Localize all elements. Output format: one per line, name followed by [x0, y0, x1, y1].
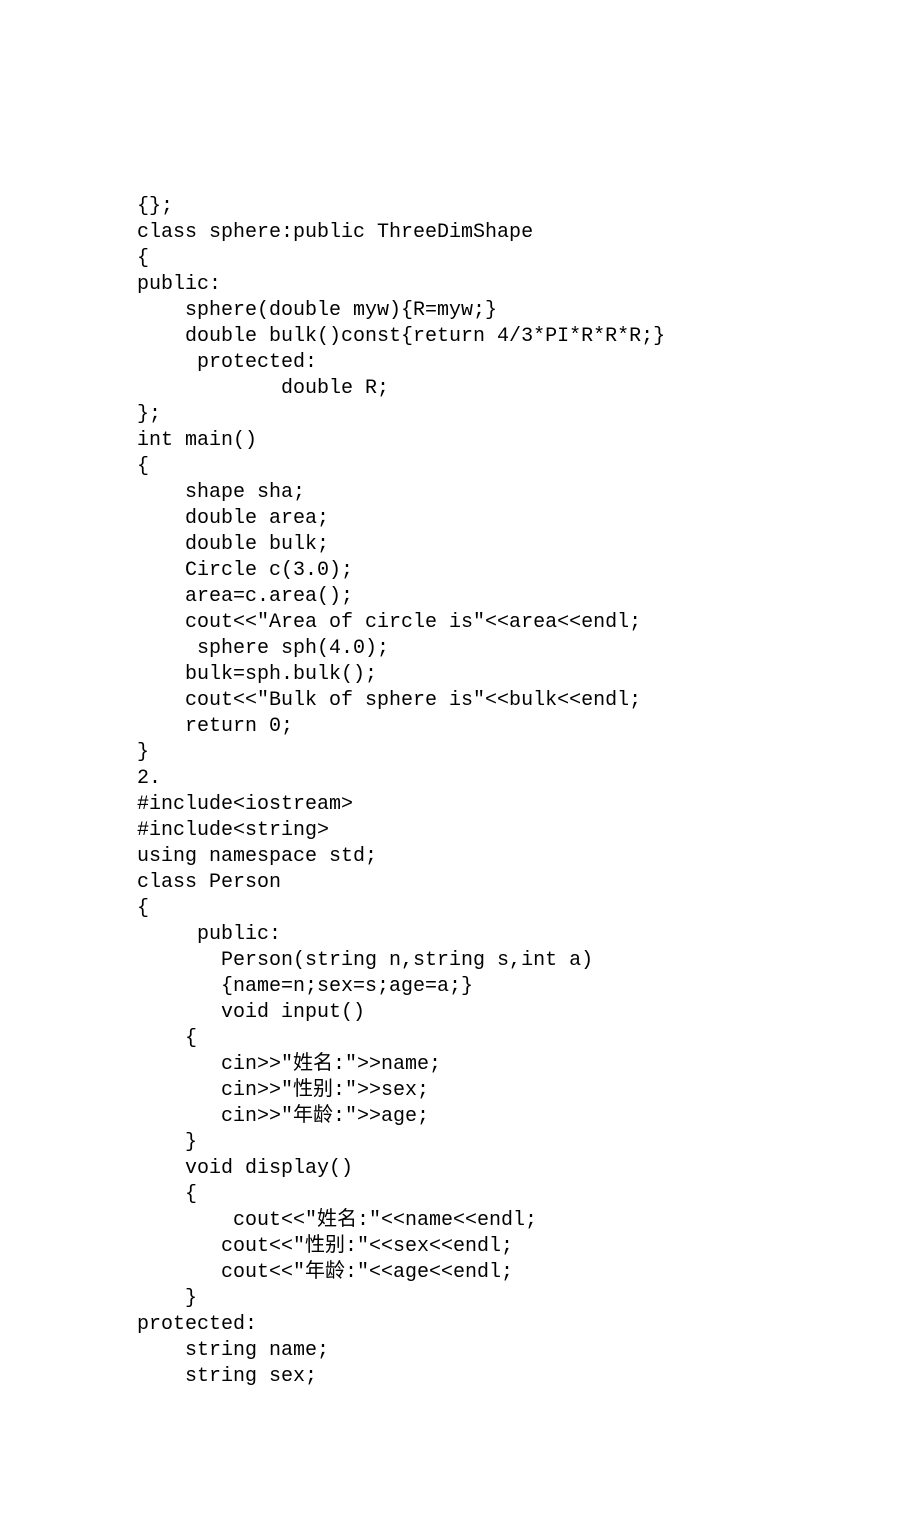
code-line: }; — [137, 402, 920, 428]
code-line: public: — [137, 272, 920, 298]
code-line: cout<<"Bulk of sphere is"<<bulk<<endl; — [137, 688, 920, 714]
code-line: double R; — [137, 376, 920, 402]
code-line: string sex; — [137, 1364, 920, 1390]
code-block: {};class sphere:public ThreeDimShape{pub… — [137, 194, 920, 1390]
code-line: double area; — [137, 506, 920, 532]
code-line: string name; — [137, 1338, 920, 1364]
code-line: cin>>"性别:">>sex; — [137, 1078, 920, 1104]
code-line: return 0; — [137, 714, 920, 740]
code-line: } — [137, 740, 920, 766]
code-line: sphere(double myw){R=myw;} — [137, 298, 920, 324]
code-line: protected: — [137, 1312, 920, 1338]
code-line: #include<iostream> — [137, 792, 920, 818]
code-line: #include<string> — [137, 818, 920, 844]
code-line: area=c.area(); — [137, 584, 920, 610]
code-line: shape sha; — [137, 480, 920, 506]
code-line: { — [137, 1026, 920, 1052]
code-line: } — [137, 1130, 920, 1156]
code-line: using namespace std; — [137, 844, 920, 870]
code-line: cout<<"Area of circle is"<<area<<endl; — [137, 610, 920, 636]
code-line: class sphere:public ThreeDimShape — [137, 220, 920, 246]
code-line: cin>>"年龄:">>age; — [137, 1104, 920, 1130]
code-line: cout<<"年龄:"<<age<<endl; — [137, 1260, 920, 1286]
code-line: {}; — [137, 194, 920, 220]
code-line: {name=n;sex=s;age=a;} — [137, 974, 920, 1000]
code-line: { — [137, 896, 920, 922]
code-line: bulk=sph.bulk(); — [137, 662, 920, 688]
code-line: Person(string n,string s,int a) — [137, 948, 920, 974]
code-line: void display() — [137, 1156, 920, 1182]
code-line: { — [137, 1182, 920, 1208]
code-line: { — [137, 454, 920, 480]
code-line: { — [137, 246, 920, 272]
code-line: cin>>"姓名:">>name; — [137, 1052, 920, 1078]
code-line: int main() — [137, 428, 920, 454]
code-line: double bulk()const{return 4/3*PI*R*R*R;} — [137, 324, 920, 350]
code-line: void input() — [137, 1000, 920, 1026]
code-line: protected: — [137, 350, 920, 376]
code-line: double bulk; — [137, 532, 920, 558]
code-line: class Person — [137, 870, 920, 896]
code-line: cout<<"性别:"<<sex<<endl; — [137, 1234, 920, 1260]
code-line: } — [137, 1286, 920, 1312]
code-line: 2. — [137, 766, 920, 792]
code-line: Circle c(3.0); — [137, 558, 920, 584]
code-line: sphere sph(4.0); — [137, 636, 920, 662]
code-line: cout<<"姓名:"<<name<<endl; — [137, 1208, 920, 1234]
code-line: public: — [137, 922, 920, 948]
